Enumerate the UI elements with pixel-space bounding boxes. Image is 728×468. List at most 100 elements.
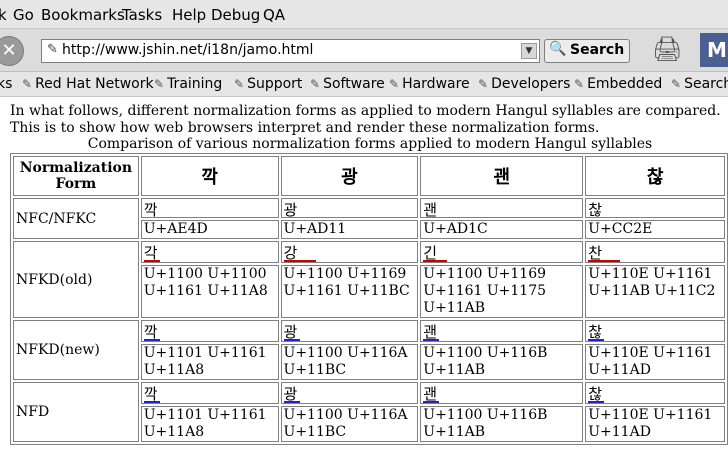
hangul-glyph: 찮: [588, 321, 605, 341]
glyph-cell: 깍: [140, 382, 279, 404]
hangul-glyph: 깍: [143, 201, 158, 219]
codepoint-cell: U+1100 U+116A U+11BC: [280, 344, 419, 380]
hangul-glyph: 강: [283, 242, 316, 262]
mozilla-logo[interactable]: M: [700, 33, 728, 67]
menu-item-bookmarks[interactable]: Bookmarks: [41, 6, 125, 24]
bookmark-icon: ✎: [234, 77, 245, 91]
hangul-glyph: 깍: [143, 321, 160, 341]
hangul-glyph: 찮: [588, 201, 603, 219]
page-icon: ✎: [47, 42, 58, 57]
codepoint-cell: U+1100 U+116B U+11AB: [420, 406, 584, 442]
hangul-glyph: 긴: [423, 242, 448, 262]
bookmark-label: Developers: [491, 76, 571, 92]
menu-item-k[interactable]: k: [0, 6, 7, 24]
bookmark-icon: ✎: [478, 77, 489, 91]
bookmark-item-hardware[interactable]: ✎ Hardware: [389, 76, 470, 92]
hangul-glyph: 광: [283, 383, 300, 403]
bookmarks-toolbar: ks ✎Red Hat Network ✎Training ✎Support ✎…: [0, 72, 728, 97]
table-header-row: Normalization Form 깍 광 괜 찮: [13, 156, 725, 196]
bookmark-icon: ✎: [22, 77, 33, 91]
bookmark-label: Support: [247, 76, 303, 92]
row-label: NFC/NFKC: [13, 198, 139, 239]
intro-paragraph: In what follows, different normalization…: [10, 103, 721, 136]
column-header: 찮: [585, 156, 725, 196]
bookmark-item-support[interactable]: ✎ Support: [234, 76, 302, 92]
glyph-cell: 광: [280, 382, 419, 404]
codepoint-cell: U+1100 U+1100 U+1161 U+11A8: [140, 265, 279, 318]
glyph-cell: 괜: [420, 320, 584, 342]
glyph-cell: 강: [280, 241, 419, 263]
glyph-cell: 광: [280, 198, 419, 219]
bookmark-label: Search: [684, 76, 728, 92]
codepoint-cell: U+1101 U+1161 U+11A8: [140, 344, 279, 380]
row-label: NFKD(old): [13, 241, 139, 318]
bookmark-label: Training: [167, 76, 223, 92]
bookmark-icon: ✎: [389, 77, 400, 91]
codepoint-cell: U+1100 U+1169 U+1161 U+1175 U+11AB: [420, 265, 584, 318]
row-label: NFD: [13, 382, 139, 442]
codepoint-cell: U+110E U+1161 U+11AB U+11C2: [585, 265, 725, 318]
corner-header: Normalization Form: [13, 156, 139, 196]
url-text[interactable]: http://www.jshin.net/i18n/jamo.html: [62, 42, 313, 58]
glyph-cell: 깍: [140, 320, 279, 342]
bookmark-item-training[interactable]: ✎ Training: [154, 76, 222, 92]
codepoint-cell: U+1100 U+116B U+11AB: [420, 344, 584, 380]
hangul-glyph: 찮: [588, 383, 605, 403]
bookmark-icon: ✎: [154, 77, 165, 91]
menu-item-qa[interactable]: QA: [263, 6, 285, 24]
glyph-cell: 긴: [420, 241, 584, 263]
search-button[interactable]: 🔍 Search: [544, 39, 630, 63]
bookmark-icon: ✎: [671, 77, 682, 91]
bookmark-item-red-hat-network[interactable]: ✎ Red Hat Network: [22, 76, 154, 92]
codepoint-cell: U+1100 U+1169 U+1161 U+11BC: [280, 265, 419, 318]
glyph-cell: 찮: [585, 198, 725, 219]
table-row: NFKD(old) 각 강 긴 찬: [13, 241, 725, 318]
codepoint-cell: U+AE4D: [140, 220, 279, 239]
hangul-glyph: 괜: [423, 201, 438, 219]
hangul-glyph: 괜: [423, 383, 440, 403]
glyph-cell: 괜: [420, 382, 584, 404]
hangul-glyph: 광: [283, 321, 300, 341]
stop-button[interactable]: ✕: [0, 36, 24, 66]
table-row: NFKD(new) 깍 광 괜 찮: [13, 320, 725, 380]
glyph-cell: 찮: [585, 320, 725, 342]
menu-item-go[interactable]: Go: [13, 6, 34, 24]
bookmark-label: Hardware: [402, 76, 470, 92]
bookmark-item-search[interactable]: ✎ Search: [671, 76, 728, 92]
row-label: NFKD(new): [13, 320, 139, 380]
codepoint-cell: U+1101 U+1161 U+11A8: [140, 406, 279, 442]
glyph-cell: 깍: [140, 198, 279, 219]
glyph-cell: 괜: [420, 198, 584, 219]
menu-item-tasks[interactable]: Tasks: [122, 6, 162, 24]
hangul-glyph: 각: [143, 242, 160, 262]
bookmark-icon: ✎: [574, 77, 585, 91]
bookmark-item-software[interactable]: ✎ Software: [310, 76, 385, 92]
print-icon[interactable]: 🖨: [652, 35, 692, 65]
codepoint-cell: U+AD1C: [420, 220, 584, 239]
bookmark-item-ks[interactable]: ks: [0, 76, 12, 92]
normalization-table: Normalization Form 깍 광 괜 찮 NFC/NFKC 깍 광 …: [10, 153, 728, 445]
glyph-cell: 찬: [585, 241, 725, 263]
url-bar[interactable]: ✎ http://www.jshin.net/i18n/jamo.html ▼: [41, 39, 540, 63]
glyph-cell: 각: [140, 241, 279, 263]
hangul-glyph: 깍: [143, 383, 160, 403]
column-header: 괜: [420, 156, 584, 196]
page-content: In what follows, different normalization…: [0, 97, 728, 468]
table-row: NFC/NFKC 깍 광 괜 찮: [13, 198, 725, 239]
magnifier-icon: 🔍: [549, 41, 567, 57]
hangul-glyph: 찬: [588, 242, 621, 262]
bookmark-label: Embedded: [587, 76, 663, 92]
menu-item-help[interactable]: Help: [172, 6, 206, 24]
column-header: 광: [280, 156, 419, 196]
glyph-cell: 찮: [585, 382, 725, 404]
hangul-glyph: 괜: [423, 321, 440, 341]
menu-bar: k Go Bookmarks Tasks Help Debug QA: [0, 0, 728, 29]
bookmark-item-developers[interactable]: ✎ Developers: [478, 76, 570, 92]
url-dropdown-button[interactable]: ▼: [521, 43, 537, 59]
codepoint-cell: U+AD11: [280, 220, 419, 239]
navigation-toolbar: ✕ ✎ http://www.jshin.net/i18n/jamo.html …: [0, 29, 728, 72]
bookmark-item-embedded[interactable]: ✎ Embedded: [574, 76, 662, 92]
menu-item-debug[interactable]: Debug: [211, 6, 260, 24]
search-button-label: Search: [570, 42, 625, 58]
glyph-cell: 광: [280, 320, 419, 342]
